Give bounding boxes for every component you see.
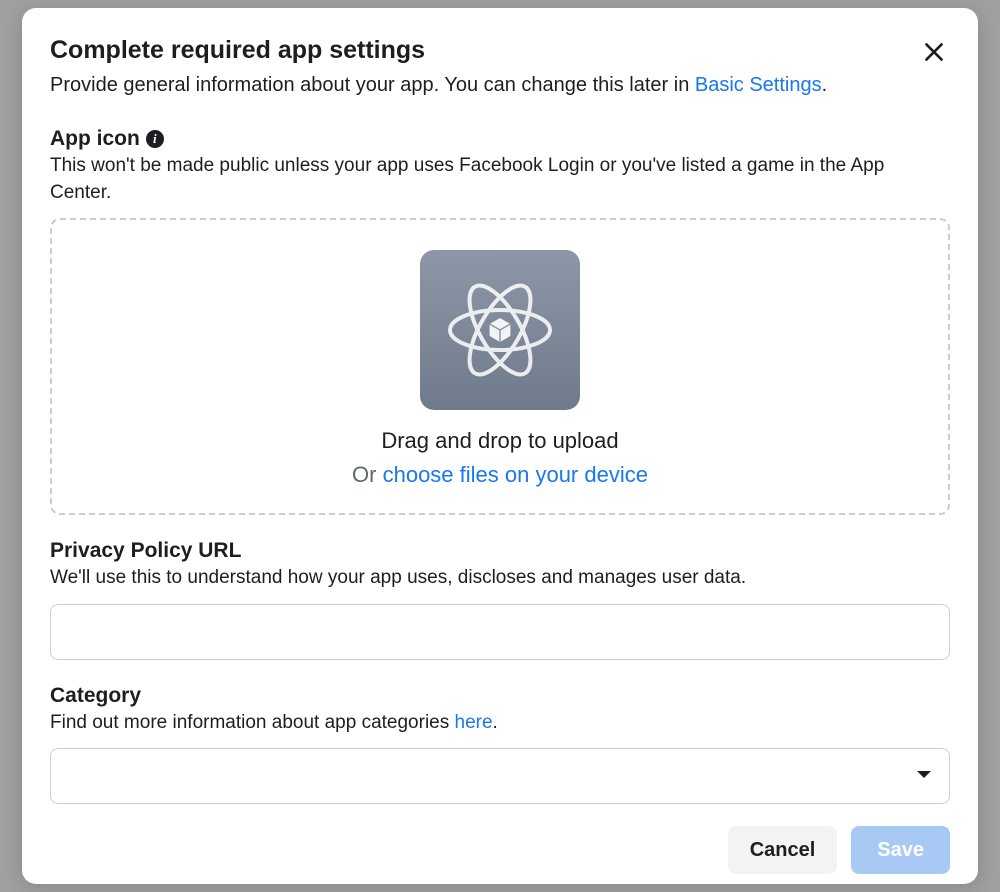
close-icon xyxy=(921,39,947,65)
subtitle-text-pre: Provide general information about your a… xyxy=(50,74,695,96)
privacy-section: Privacy Policy URL We'll use this to und… xyxy=(50,539,950,660)
category-section: Category Find out more information about… xyxy=(50,684,950,805)
category-help-post: . xyxy=(493,712,498,733)
choose-files-link[interactable]: choose files on your device xyxy=(383,462,648,487)
save-button[interactable]: Save xyxy=(851,826,950,874)
dropzone-alt-text: Or choose files on your device xyxy=(352,462,648,488)
app-icon-label: App icon xyxy=(50,127,140,151)
subtitle-text-post: . xyxy=(822,74,828,96)
cancel-button[interactable]: Cancel xyxy=(728,826,838,874)
dropzone-drag-text: Drag and drop to upload xyxy=(381,428,618,454)
category-help: Find out more information about app cate… xyxy=(50,710,950,737)
settings-modal: Complete required app settings Provide g… xyxy=(22,8,978,884)
category-help-pre: Find out more information about app cate… xyxy=(50,712,455,733)
category-label: Category xyxy=(50,684,141,708)
privacy-url-input[interactable] xyxy=(50,604,950,660)
modal-subtitle: Provide general information about your a… xyxy=(50,71,950,99)
privacy-help: We'll use this to understand how your ap… xyxy=(50,565,950,592)
modal-footer: Cancel Save xyxy=(50,816,950,874)
app-icon-section: App icon i This won't be made public unl… xyxy=(50,127,950,515)
category-help-link[interactable]: here xyxy=(455,712,493,733)
atom-icon xyxy=(440,270,560,390)
dropzone-or-text: Or xyxy=(352,462,383,487)
app-icon-dropzone[interactable]: Drag and drop to upload Or choose files … xyxy=(50,218,950,515)
info-icon[interactable]: i xyxy=(146,130,164,148)
category-select[interactable] xyxy=(50,748,950,804)
modal-title: Complete required app settings xyxy=(50,36,950,65)
app-icon-placeholder xyxy=(420,250,580,410)
app-icon-help: This won't be made public unless your ap… xyxy=(50,153,950,206)
close-button[interactable] xyxy=(916,34,952,70)
basic-settings-link[interactable]: Basic Settings xyxy=(695,74,822,96)
modal-header: Complete required app settings Provide g… xyxy=(50,36,950,99)
privacy-label: Privacy Policy URL xyxy=(50,539,241,563)
